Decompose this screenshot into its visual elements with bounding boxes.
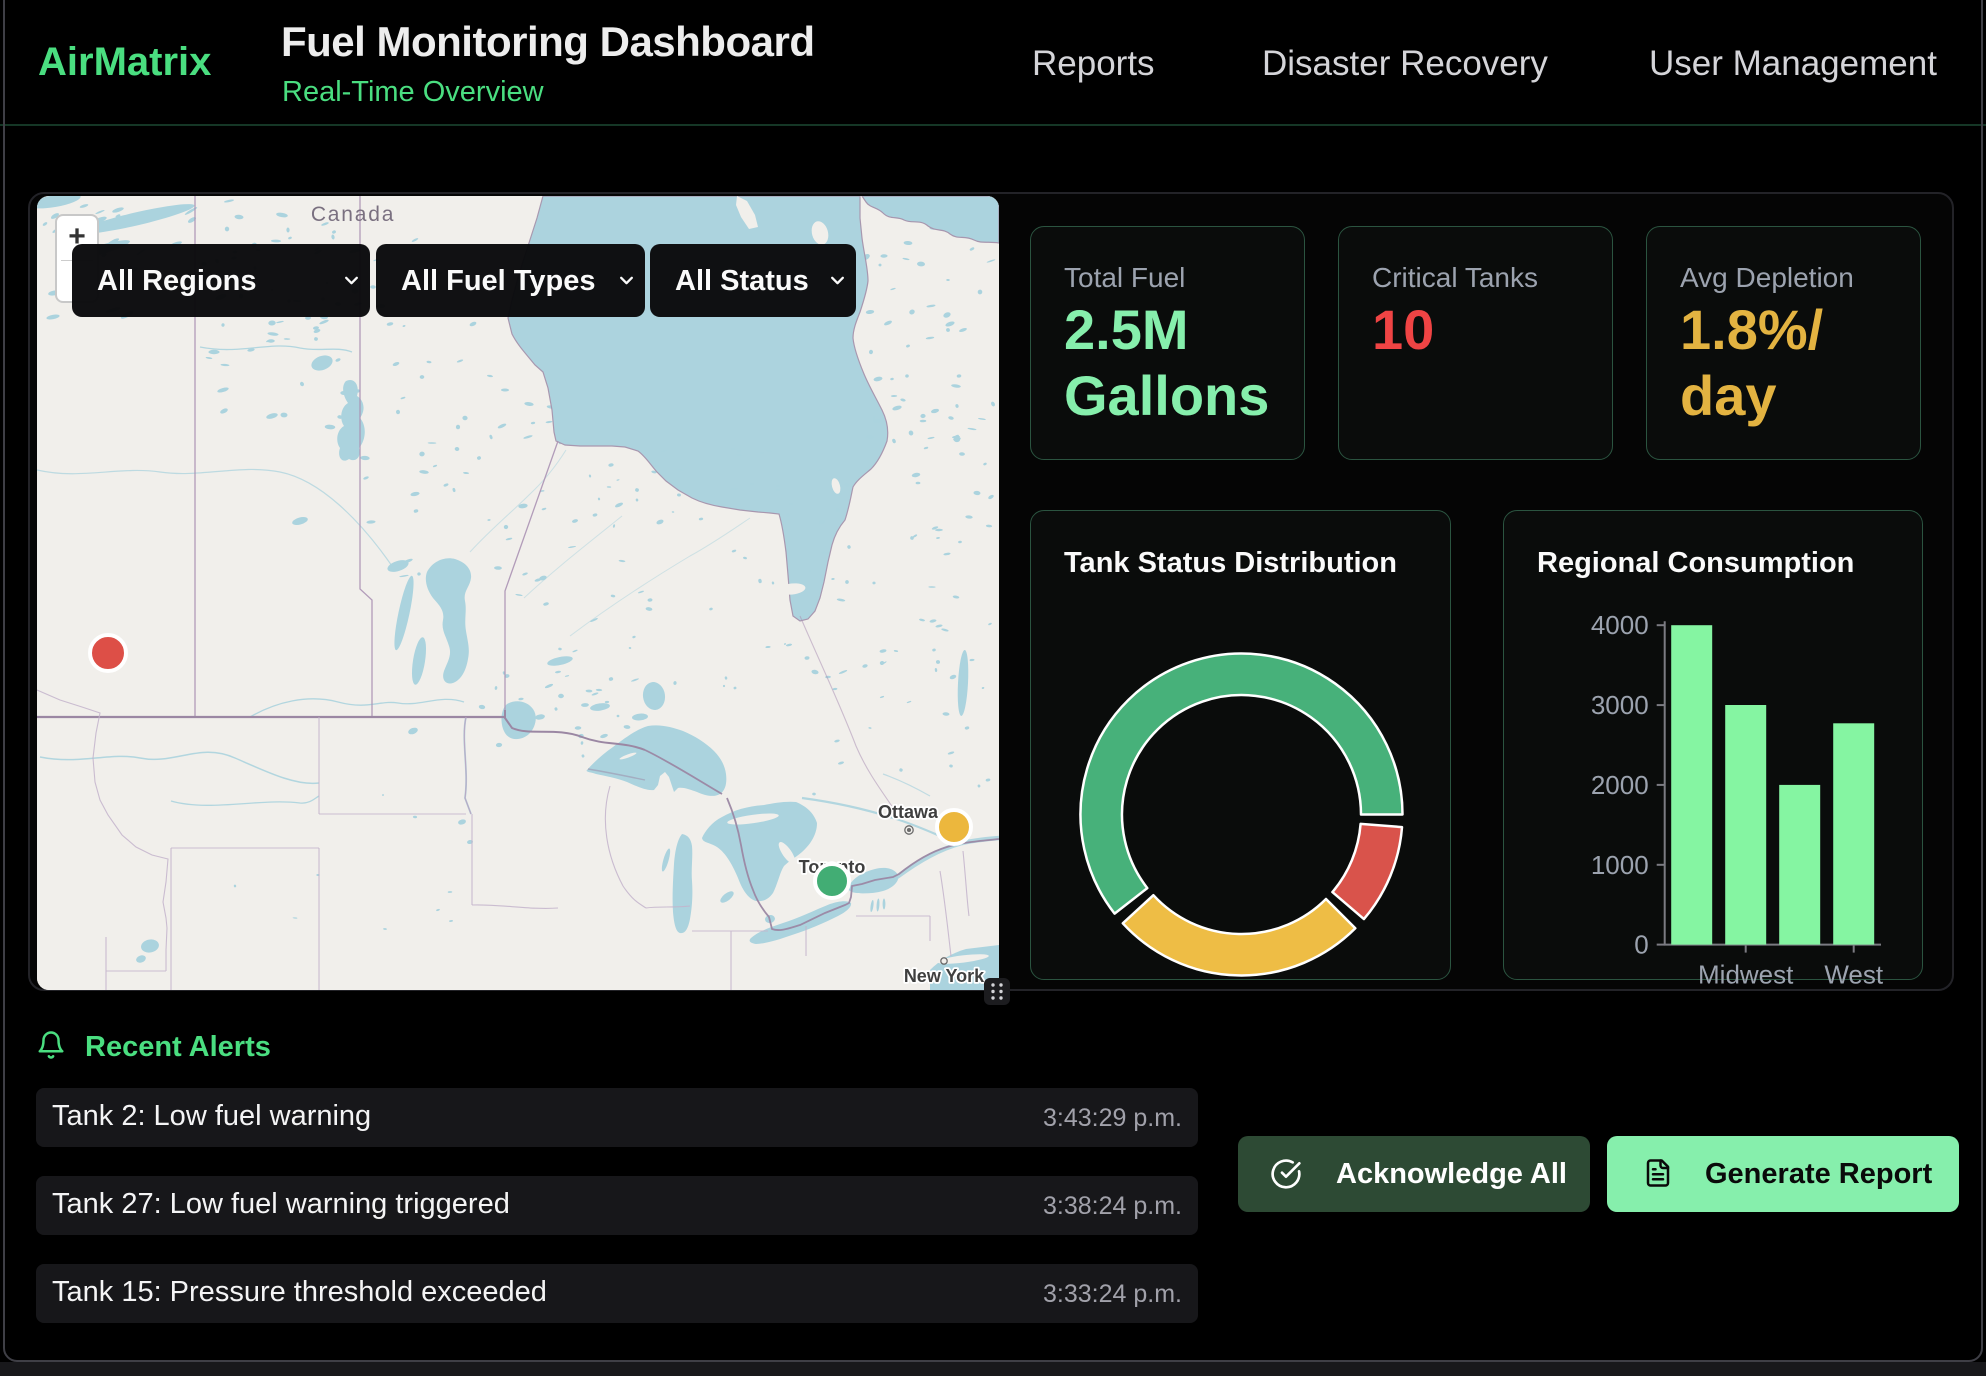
svg-text:0: 0 [1634, 930, 1648, 960]
svg-text:1000: 1000 [1591, 850, 1649, 880]
svg-text:West: West [1824, 960, 1884, 990]
svg-text:3000: 3000 [1591, 690, 1649, 720]
svg-text:2000: 2000 [1591, 770, 1649, 800]
svg-text:Ottawa: Ottawa [878, 802, 939, 822]
svg-text:New York: New York [904, 966, 985, 986]
svg-text:4000: 4000 [1591, 610, 1649, 640]
svg-text:Midwest: Midwest [1698, 960, 1794, 990]
svg-text:Canada: Canada [311, 203, 395, 226]
